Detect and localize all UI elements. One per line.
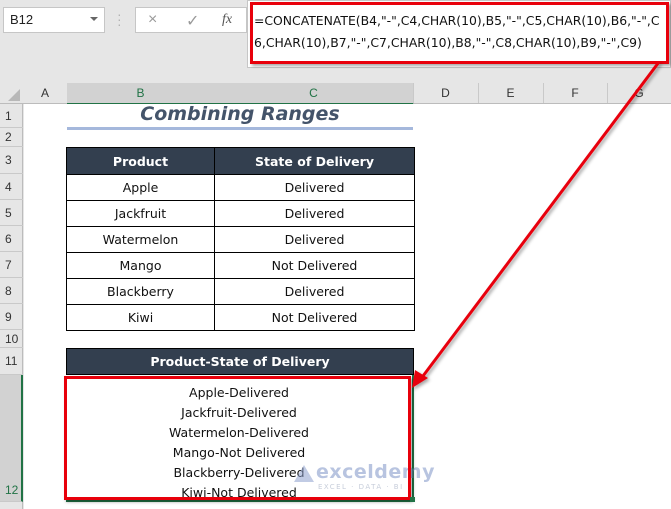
- table-row: Blackberry Delivered: [66, 278, 415, 305]
- formula-highlight-box: [250, 2, 669, 64]
- select-all-button[interactable]: [0, 83, 23, 104]
- name-box-value: B12: [10, 12, 34, 27]
- row-header-9[interactable]: 9: [0, 304, 23, 330]
- table-row: Apple Delivered: [66, 174, 415, 201]
- row-header-3[interactable]: 3: [0, 147, 23, 174]
- state-cell[interactable]: Delivered: [214, 226, 415, 253]
- product-cell[interactable]: Apple: [66, 174, 215, 201]
- result-highlight-box: [64, 376, 411, 500]
- column-header-g[interactable]: G: [607, 83, 671, 103]
- table-row: Jackfruit Delivered: [66, 200, 415, 227]
- product-cell[interactable]: Kiwi: [66, 304, 215, 331]
- state-cell[interactable]: Delivered: [214, 200, 415, 227]
- column-header-e[interactable]: E: [478, 83, 544, 103]
- row-header-7[interactable]: 7: [0, 252, 23, 278]
- table-row: Kiwi Not Delivered: [66, 304, 415, 331]
- row-header-6[interactable]: 6: [0, 226, 23, 252]
- column-header-a[interactable]: A: [23, 83, 68, 103]
- product-cell[interactable]: Jackfruit: [66, 200, 215, 227]
- row-header-2[interactable]: 2: [0, 128, 23, 147]
- chevron-down-icon[interactable]: [90, 17, 98, 21]
- table-row: Mango Not Delivered: [66, 252, 415, 279]
- state-cell[interactable]: Delivered: [214, 174, 415, 201]
- cancel-icon[interactable]: ×: [148, 11, 157, 29]
- row-header-8[interactable]: 8: [0, 278, 23, 304]
- product-table: Product State of Delivery Apple Delivere…: [66, 147, 415, 331]
- state-cell[interactable]: Not Delivered: [214, 304, 415, 331]
- row-header-10[interactable]: 10: [0, 330, 23, 348]
- column-header-d[interactable]: D: [413, 83, 479, 103]
- header-state-of-delivery[interactable]: State of Delivery: [214, 147, 415, 175]
- drag-handle-icon[interactable]: · · ·: [117, 7, 122, 31]
- product-cell[interactable]: Blackberry: [66, 278, 215, 305]
- sheet-title: Combining Ranges: [140, 103, 340, 125]
- enter-icon[interactable]: ✓: [186, 11, 199, 31]
- table-header-row: Product State of Delivery: [66, 147, 415, 175]
- formula-bar-buttons: × ✓ fx: [135, 7, 247, 33]
- name-box[interactable]: B12: [3, 7, 105, 33]
- state-cell[interactable]: Not Delivered: [214, 252, 415, 279]
- column-header-f[interactable]: F: [543, 83, 608, 103]
- header-product[interactable]: Product: [66, 147, 215, 175]
- row-header-4[interactable]: 4: [0, 174, 23, 200]
- result-header[interactable]: Product-State of Delivery: [66, 348, 414, 375]
- product-cell[interactable]: Watermelon: [66, 226, 215, 253]
- title-underline: [67, 127, 413, 130]
- table-row: Watermelon Delivered: [66, 226, 415, 253]
- product-cell[interactable]: Mango: [66, 252, 215, 279]
- row-header-12[interactable]: 12: [0, 375, 23, 502]
- select-all-icon: [8, 89, 20, 101]
- insert-function-icon[interactable]: fx: [222, 12, 232, 28]
- state-cell[interactable]: Delivered: [214, 278, 415, 305]
- row-header-11[interactable]: 11: [0, 348, 23, 375]
- row-header-1[interactable]: 1: [0, 104, 23, 128]
- row-headers: 1 2 3 4 5 6 7 8 9 10 11 12: [0, 104, 23, 509]
- row-header-5[interactable]: 5: [0, 200, 23, 226]
- fill-handle[interactable]: [410, 497, 415, 502]
